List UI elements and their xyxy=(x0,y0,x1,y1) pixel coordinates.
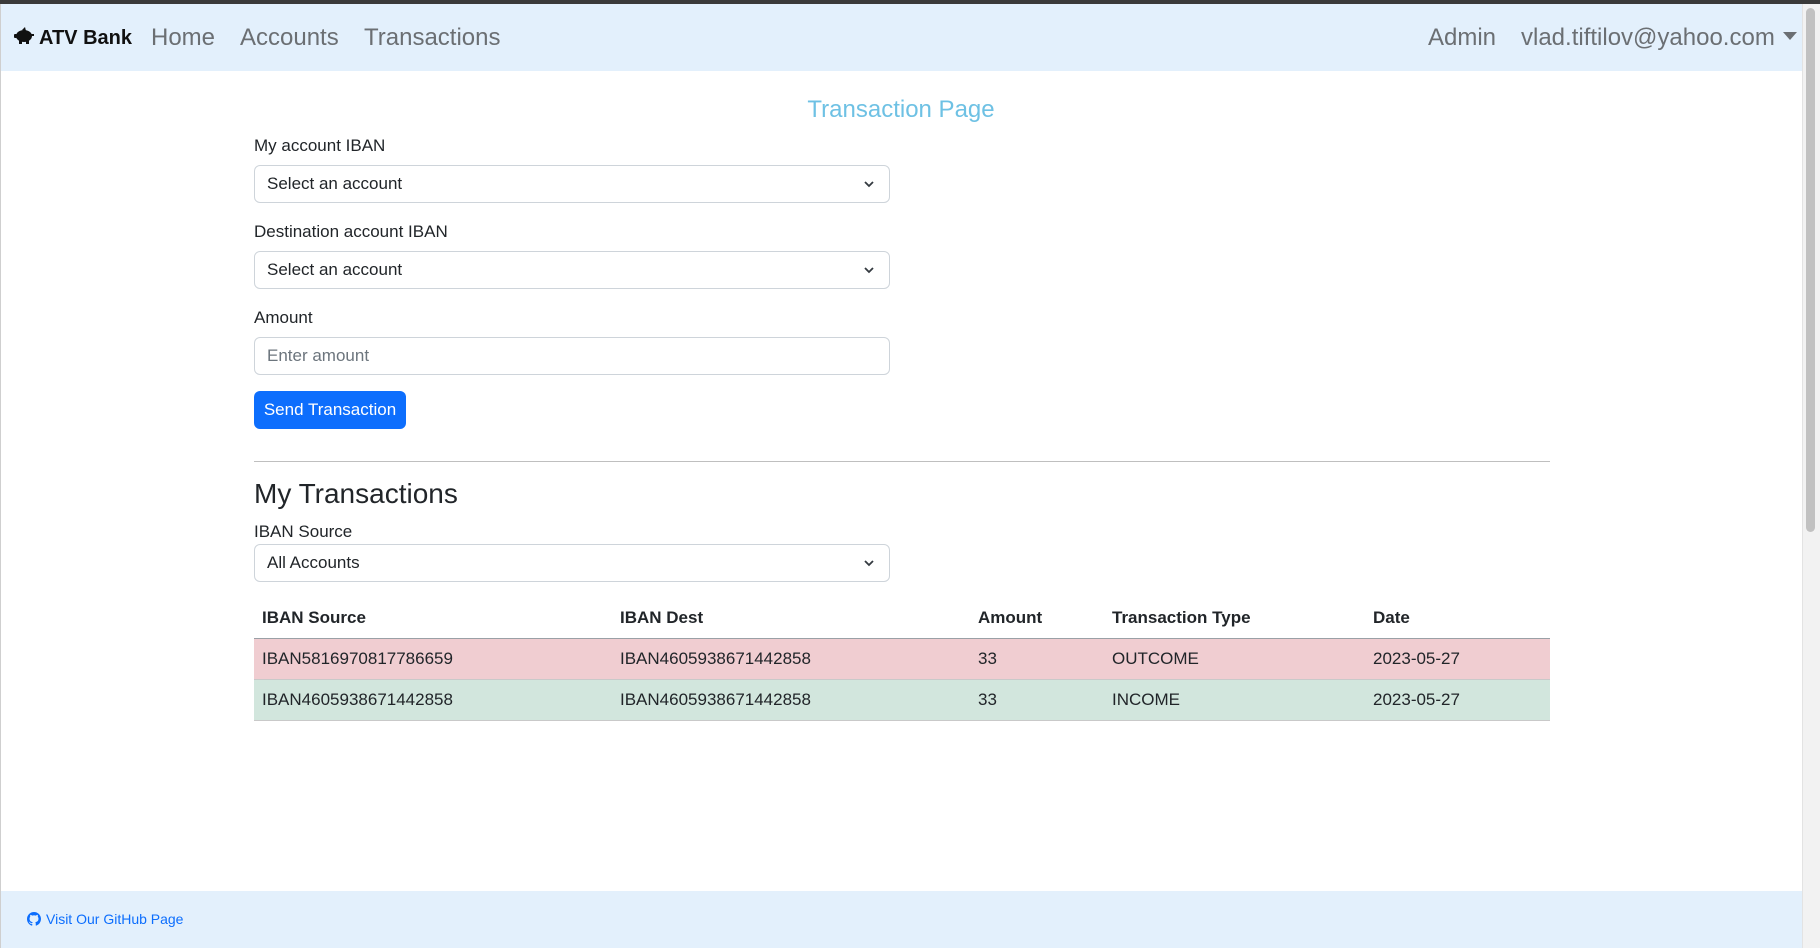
chevron-down-icon xyxy=(864,267,874,274)
table-cell: IBAN5816970817786659 xyxy=(254,638,612,680)
source-iban-value: Select an account xyxy=(267,174,403,193)
amount-input[interactable]: Enter amount xyxy=(254,337,890,375)
column-header: Amount xyxy=(970,598,1104,639)
table-row: IBAN4605938671442858 IBAN460593867144285… xyxy=(254,679,1550,721)
column-header: Transaction Type xyxy=(1104,598,1365,639)
source-iban-select[interactable]: Select an account xyxy=(254,165,890,203)
send-transaction-button[interactable]: Send Transaction xyxy=(254,391,406,429)
table-header-row: IBAN Source IBAN Dest Amount Transaction… xyxy=(254,598,1550,639)
dest-iban-label: Destination account IBAN xyxy=(254,222,448,241)
table-row: IBAN5816970817786659 IBAN460593867144285… xyxy=(254,638,1550,680)
chevron-down-icon xyxy=(864,181,874,188)
table-cell: IBAN4605938671442858 xyxy=(254,679,612,721)
table-cell: IBAN4605938671442858 xyxy=(612,638,970,680)
table-cell: IBAN4605938671442858 xyxy=(612,679,970,721)
table-cell: 2023-05-27 xyxy=(1365,679,1550,721)
iban-source-filter-select[interactable]: All Accounts xyxy=(254,544,890,582)
github-icon xyxy=(27,912,41,926)
table-cell: 2023-05-27 xyxy=(1365,638,1550,680)
table-cell: 33 xyxy=(970,679,1104,721)
dest-iban-value: Select an account xyxy=(267,260,403,279)
github-link[interactable]: Visit Our GitHub Page xyxy=(27,911,183,927)
scrollbar-thumb[interactable] xyxy=(1806,8,1815,532)
nav-home-link[interactable]: Home xyxy=(151,24,215,52)
user-menu-dropdown[interactable]: vlad.tiftilov@yahoo.com xyxy=(1521,24,1797,52)
caret-down-icon xyxy=(1782,31,1797,40)
nav-accounts-link[interactable]: Accounts xyxy=(240,24,339,52)
column-header: Date xyxy=(1365,598,1550,639)
iban-source-filter-value: All Accounts xyxy=(267,553,360,572)
brand[interactable]: ATV Bank xyxy=(13,26,132,50)
table-cell: INCOME xyxy=(1104,679,1365,721)
column-header: IBAN Dest xyxy=(612,598,970,639)
divider xyxy=(254,461,1550,462)
navbar: ATV Bank Home Accounts Transactions Admi… xyxy=(1,4,1802,71)
transactions-table: IBAN Source IBAN Dest Amount Transaction… xyxy=(254,598,1550,721)
github-link-label: Visit Our GitHub Page xyxy=(46,911,184,927)
table-cell: OUTCOME xyxy=(1104,638,1365,680)
amount-label: Amount xyxy=(254,308,313,327)
dest-iban-select[interactable]: Select an account xyxy=(254,251,890,289)
brand-name: ATV Bank xyxy=(39,26,132,49)
column-header: IBAN Source xyxy=(254,598,612,639)
user-email: vlad.tiftilov@yahoo.com xyxy=(1521,24,1775,51)
window-left-border xyxy=(0,4,1,948)
iban-source-filter-label: IBAN Source xyxy=(254,522,353,541)
table-cell: 33 xyxy=(970,638,1104,680)
transactions-heading: My Transactions xyxy=(254,478,458,509)
amount-placeholder: Enter amount xyxy=(267,346,370,365)
nav-transactions-link[interactable]: Transactions xyxy=(364,24,501,52)
chevron-down-icon xyxy=(864,560,874,567)
page-title: Transaction Page xyxy=(807,96,995,123)
footer: Visit Our GitHub Page xyxy=(1,891,1802,948)
nav-admin-link[interactable]: Admin xyxy=(1428,24,1496,52)
source-iban-label: My account IBAN xyxy=(254,136,386,155)
piggy-bank-icon xyxy=(13,26,39,50)
